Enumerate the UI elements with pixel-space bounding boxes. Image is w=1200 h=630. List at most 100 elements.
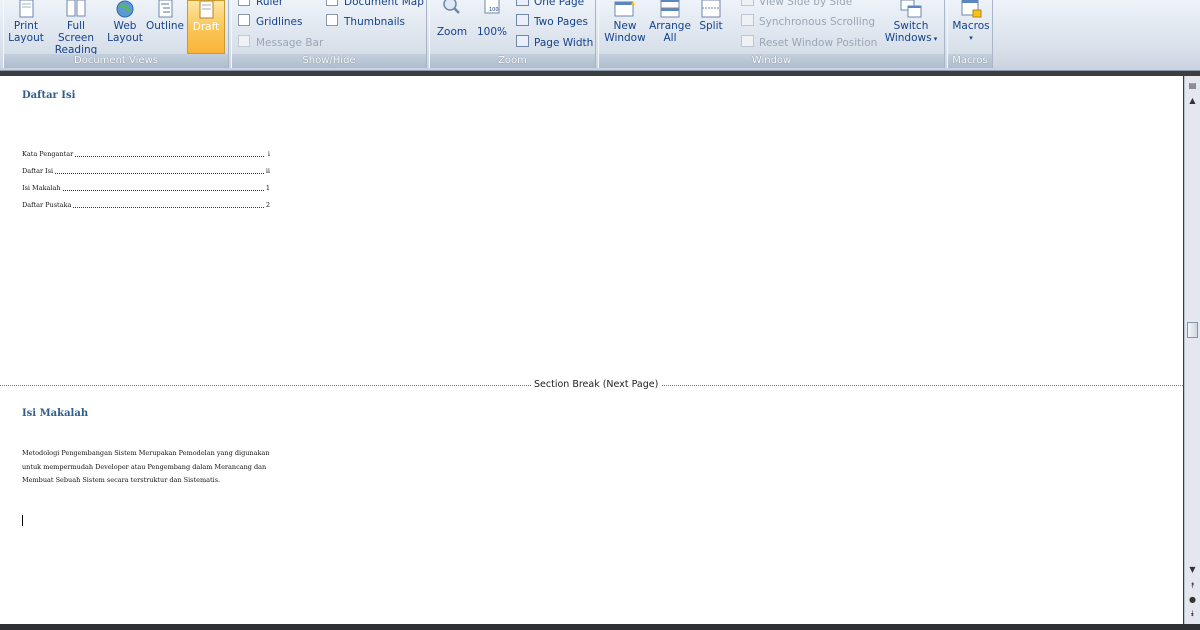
status-bar	[0, 624, 1200, 630]
two-pages-label: Two Pages	[534, 16, 588, 28]
paragraph-line: Membuat Sebuah Sistem secara terstruktur…	[22, 476, 221, 484]
group-label-document-views: Document Views	[4, 54, 228, 68]
scrollbar-thumb[interactable]	[1187, 322, 1198, 338]
group-window: New Window Arrange All Split View Side b…	[598, 0, 945, 68]
toc-entry-page: 1	[264, 184, 270, 192]
zoom-button[interactable]: Zoom	[434, 0, 470, 50]
print-layout-button[interactable]: Print Layout	[8, 0, 44, 54]
toc-entry[interactable]: Isi Makalah 1	[22, 184, 270, 193]
group-document-views: Print Layout Full Screen Reading Web Lay…	[3, 0, 229, 68]
toc-entry-label: Daftar Pustaka	[22, 201, 73, 209]
new-window-icon	[614, 1, 635, 17]
switch-windows-dropdown-icon: ▾	[931, 35, 938, 43]
switch-windows-icon	[900, 0, 922, 18]
toc-entry[interactable]: Daftar Isi ii	[22, 167, 270, 176]
web-layout-label: Web Layout	[107, 20, 143, 44]
split-button[interactable]: Split	[694, 0, 728, 54]
ruler-label: Ruler	[256, 0, 284, 8]
new-window-button[interactable]: New Window	[603, 0, 647, 54]
gridlines-checkbox[interactable]: Gridlines	[238, 14, 302, 30]
switch-windows-label: Switch Windows	[884, 20, 932, 44]
toc-entry-page: ii	[264, 167, 270, 175]
zoom-100-label: 100%	[476, 26, 508, 38]
thumbnails-checkbox[interactable]: Thumbnails	[326, 14, 405, 30]
message-bar-checkbox[interactable]: Message Bar	[238, 35, 323, 51]
synchronous-scrolling-icon	[741, 14, 754, 26]
vertical-scrollbar[interactable]: ▤ ▲ ▼ ⯭ ● ⯯	[1184, 76, 1200, 624]
macros-dropdown-icon: ▾	[969, 34, 973, 42]
page-width-label: Page Width	[534, 37, 594, 49]
view-side-by-side-button[interactable]: View Side by Side	[741, 0, 852, 10]
macros-label: Macros	[952, 20, 990, 32]
switch-windows-button[interactable]: Switch Windows ▾	[881, 0, 941, 54]
document-area[interactable]: Daftar Isi Kata Pengantar i Daftar Isi i…	[0, 76, 1183, 624]
page-100-icon: 100	[484, 0, 500, 14]
group-label-window: Window	[599, 54, 944, 68]
zoom-label: Zoom	[436, 26, 468, 38]
thumbnails-label: Thumbnails	[344, 16, 406, 28]
toc-entry[interactable]: Kata Pengantar i	[22, 150, 270, 159]
thumbnails-check[interactable]	[326, 14, 338, 26]
full-screen-reading-button[interactable]: Full Screen Reading	[48, 0, 104, 56]
draft-button[interactable]: Draft	[187, 0, 225, 54]
document-map-check[interactable]	[326, 0, 338, 6]
arrange-all-label: Arrange All	[649, 20, 691, 44]
web-layout-button[interactable]: Web Layout	[107, 0, 143, 54]
outline-button[interactable]: Outline	[146, 0, 184, 54]
ruler-checkbox[interactable]: Ruler	[238, 0, 283, 10]
toc-entry-label: Daftar Isi	[22, 167, 55, 175]
paragraph-line: Metodologi Pengembangan Sistem Merupakan…	[22, 449, 270, 457]
toc-entry-label: Isi Makalah	[22, 184, 62, 192]
next-page-icon[interactable]: ⯯	[1186, 607, 1199, 620]
macros-button[interactable]: Macros ▾	[951, 0, 991, 54]
draft-label: Draft	[192, 21, 220, 33]
page-width-button[interactable]: Page Width	[516, 35, 593, 51]
paragraph-line: untuk mempermudah Developer atau Pengemb…	[22, 462, 267, 471]
reset-window-position-label: Reset Window Position	[759, 37, 878, 49]
print-layout-label: Print Layout	[8, 20, 44, 44]
reset-window-position-button[interactable]: Reset Window Position	[741, 35, 877, 51]
one-page-button[interactable]: One Page	[516, 0, 584, 10]
outline-icon	[158, 0, 173, 18]
one-page-label: One Page	[534, 0, 585, 8]
synchronous-scrolling-label: Synchronous Scrolling	[759, 16, 876, 28]
side-by-side-icon	[741, 0, 754, 6]
ribbon-view-tab: Print Layout Full Screen Reading Web Lay…	[0, 0, 1200, 71]
text-cursor	[22, 515, 23, 526]
full-screen-reading-icon	[66, 0, 86, 17]
gridlines-check[interactable]	[238, 14, 250, 26]
gridlines-label: Gridlines	[256, 16, 303, 28]
heading-daftar-isi: Daftar Isi	[22, 90, 76, 101]
group-macros: Macros ▾ Macros	[947, 0, 993, 68]
reset-window-position-icon	[741, 35, 754, 47]
magnifier-icon	[443, 0, 460, 14]
two-pages-icon	[516, 14, 529, 26]
group-label-show-hide: Show/Hide	[232, 54, 426, 68]
split-label: Split	[699, 20, 723, 32]
group-show-hide: Ruler Gridlines Message Bar Document Map…	[231, 0, 427, 68]
view-side-by-side-label: View Side by Side	[759, 0, 853, 8]
page-width-icon	[516, 35, 529, 47]
previous-page-icon[interactable]: ⯭	[1186, 579, 1199, 592]
section-break-label: Section Break (Next Page)	[531, 379, 662, 390]
ruler-check[interactable]	[238, 0, 250, 6]
arrange-all-button[interactable]: Arrange All	[649, 0, 691, 54]
message-bar-check[interactable]	[238, 35, 250, 47]
group-label-zoom: Zoom	[430, 54, 595, 68]
message-bar-label: Message Bar	[256, 37, 324, 49]
zoom-100-button[interactable]: 100 100%	[474, 0, 510, 50]
synchronous-scrolling-button[interactable]: Synchronous Scrolling	[741, 14, 875, 30]
select-browse-object-icon[interactable]: ●	[1186, 593, 1199, 606]
body-paragraph[interactable]: Metodologi Pengembangan Sistem Merupakan…	[22, 447, 272, 488]
toc-entry-page: 2	[264, 201, 270, 209]
group-zoom: Zoom 100 100% One Page Two Pages Page Wi…	[429, 0, 596, 68]
scroll-down-icon[interactable]: ▼	[1186, 563, 1199, 576]
toc-entry[interactable]: Daftar Pustaka 2	[22, 201, 270, 210]
scroll-up-icon[interactable]: ▲	[1186, 94, 1199, 107]
outline-label: Outline	[146, 20, 184, 32]
heading-isi-makalah: Isi Makalah	[22, 408, 89, 419]
document-map-checkbox[interactable]: Document Map	[326, 0, 424, 10]
ruler-toggle-icon[interactable]: ▤	[1186, 79, 1199, 92]
one-page-icon	[516, 0, 529, 6]
two-pages-button[interactable]: Two Pages	[516, 14, 588, 30]
